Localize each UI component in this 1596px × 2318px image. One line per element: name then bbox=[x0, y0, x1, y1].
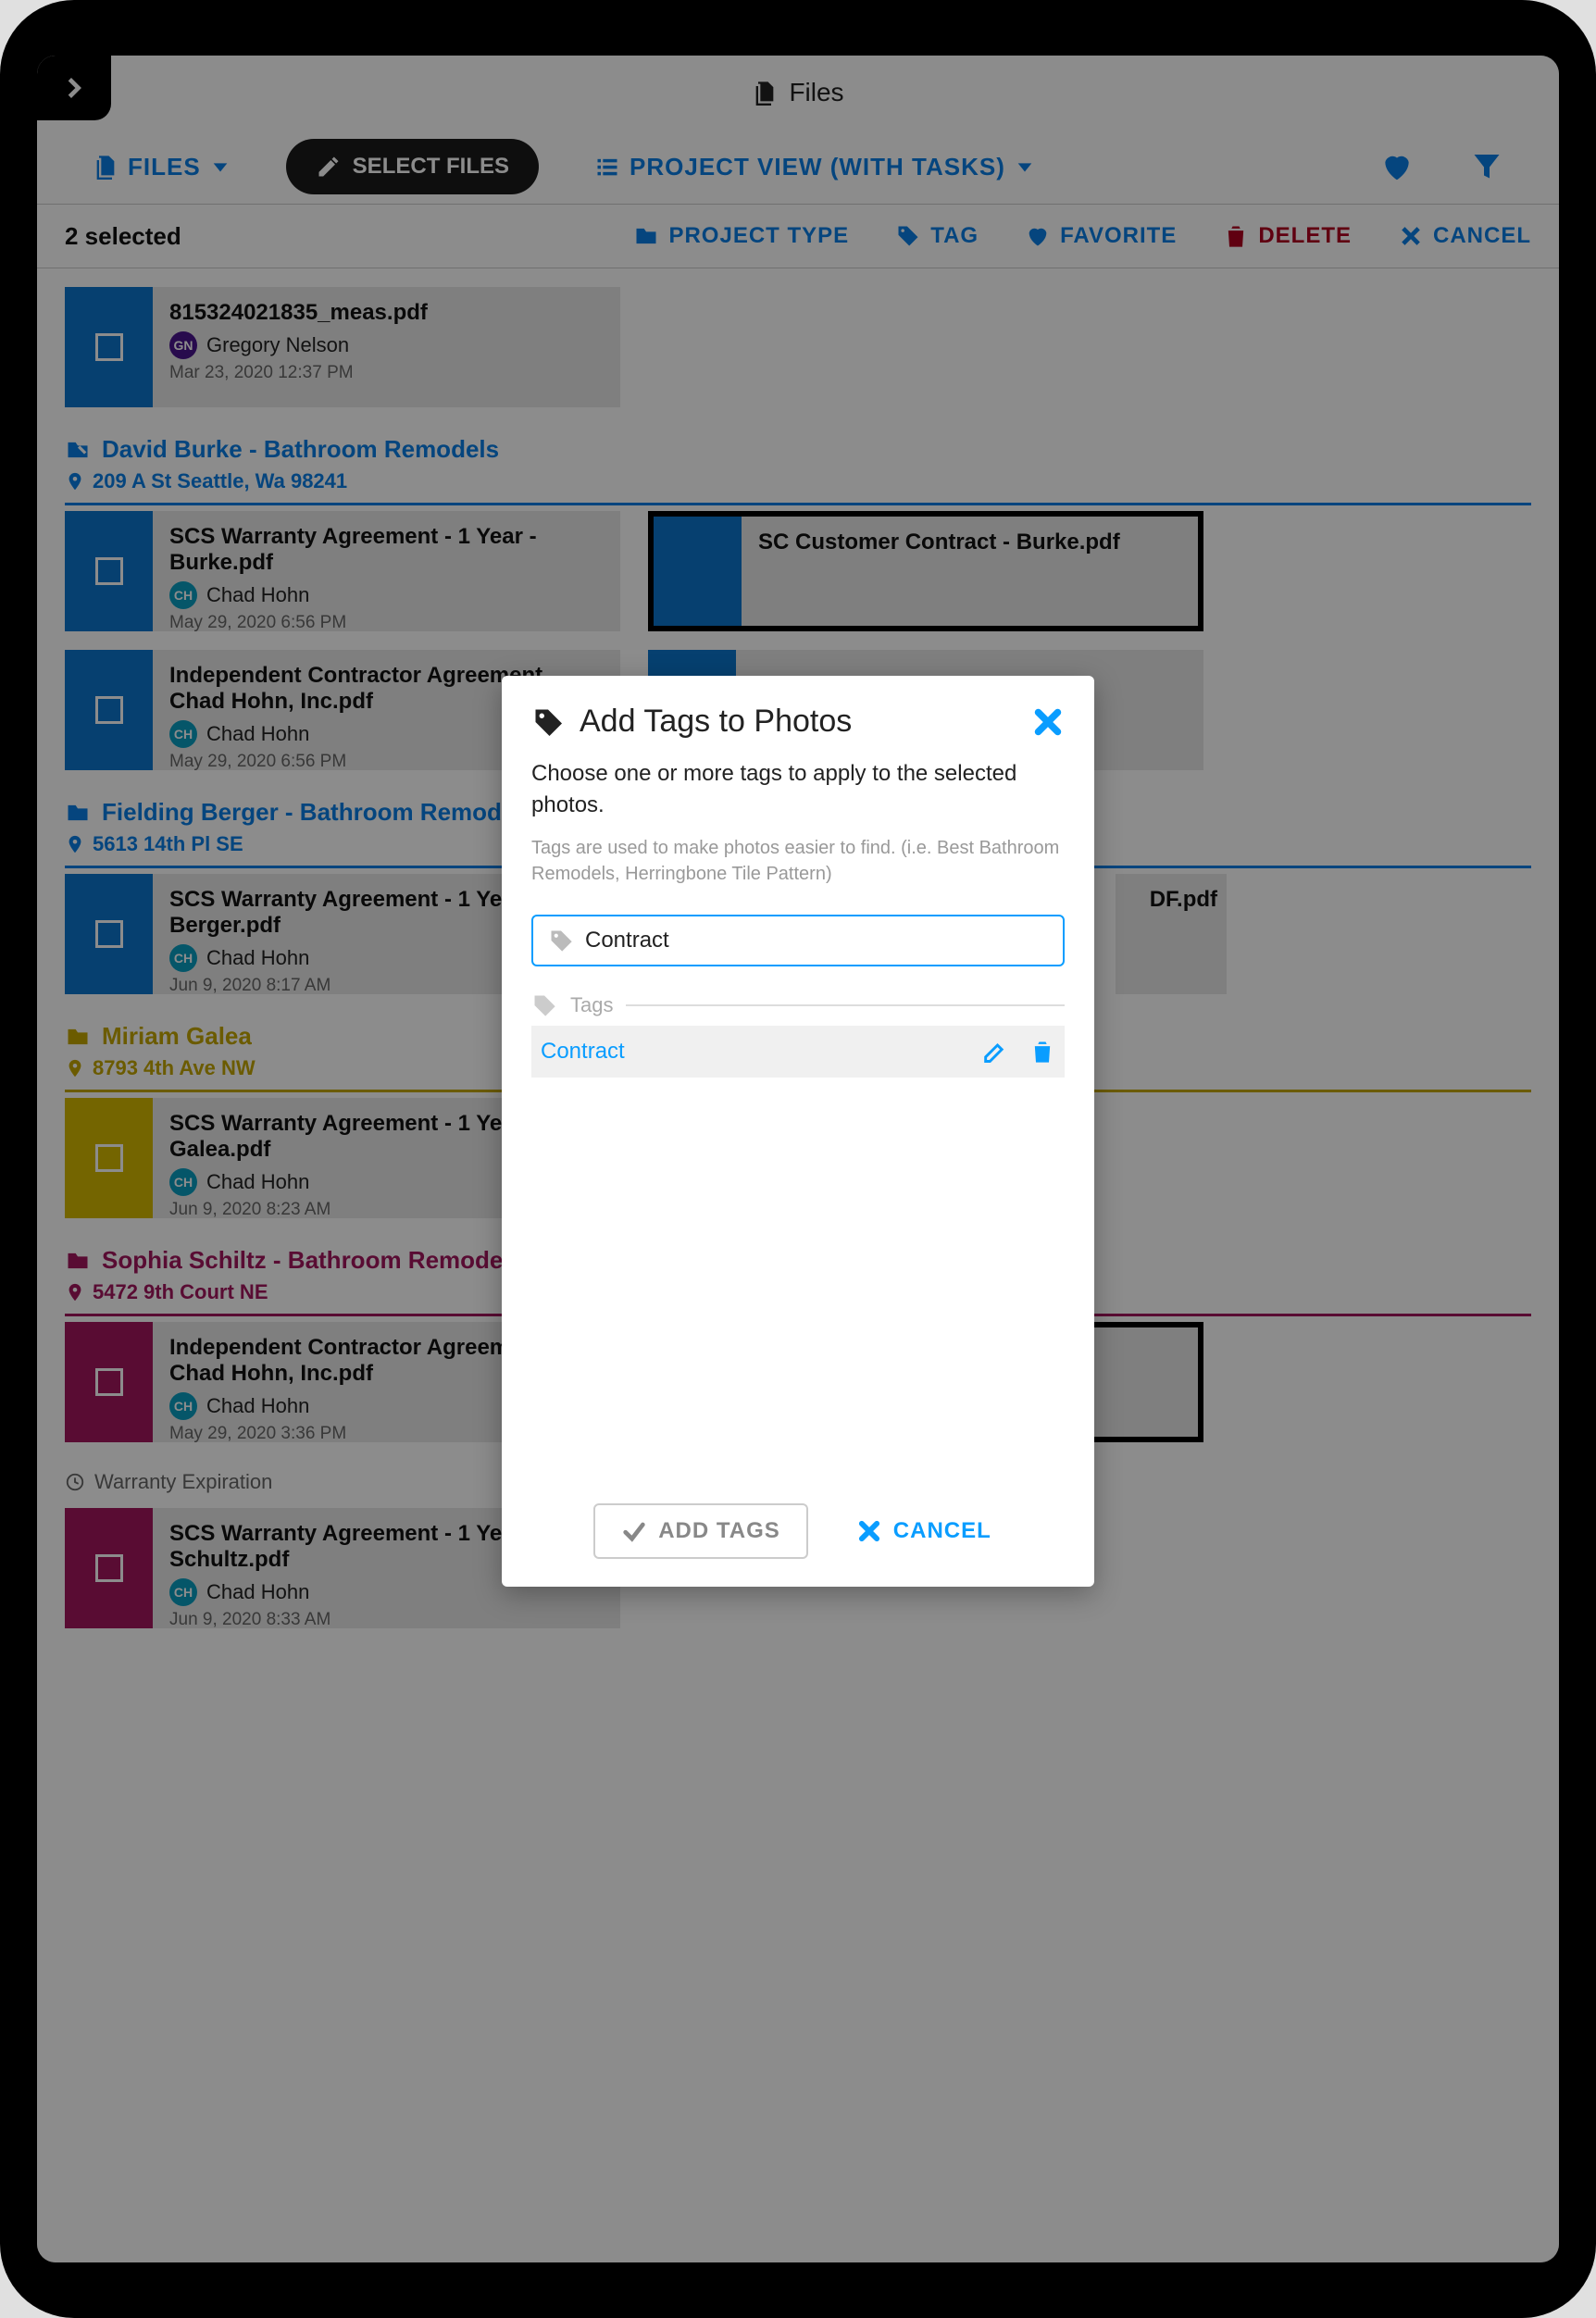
x-icon bbox=[1031, 705, 1065, 739]
tablet-frame: Files FILES SELECT FILES PROJECT VIEW (W… bbox=[0, 0, 1596, 2318]
tag-input-wrap[interactable] bbox=[531, 915, 1065, 966]
x-icon bbox=[856, 1518, 882, 1544]
screen: Files FILES SELECT FILES PROJECT VIEW (W… bbox=[37, 56, 1559, 2262]
modal-body-text: Choose one or more tags to apply to the … bbox=[531, 758, 1065, 820]
check-icon bbox=[621, 1518, 647, 1544]
modal-cancel-button[interactable]: CANCEL bbox=[845, 1503, 1003, 1559]
modal-cancel-label: CANCEL bbox=[893, 1518, 991, 1544]
add-tags-label: ADD TAGS bbox=[658, 1518, 780, 1544]
tag-name: Contract bbox=[541, 1039, 981, 1065]
tag-icon bbox=[548, 928, 574, 953]
edit-icon[interactable] bbox=[981, 1039, 1007, 1065]
tags-divider: Tags bbox=[531, 992, 1065, 1018]
tag-icon bbox=[531, 705, 565, 739]
modal-hint-text: Tags are used to make photos easier to f… bbox=[531, 835, 1065, 887]
trash-icon[interactable] bbox=[1029, 1039, 1055, 1065]
tag-icon bbox=[531, 992, 557, 1018]
modal-close-button[interactable] bbox=[1031, 705, 1065, 739]
add-tags-button[interactable]: ADD TAGS bbox=[593, 1503, 808, 1559]
add-tags-modal: Add Tags to Photos Choose one or more ta… bbox=[502, 676, 1094, 1587]
modal-title: Add Tags to Photos bbox=[580, 704, 1016, 740]
tag-list-item[interactable]: Contract bbox=[531, 1026, 1065, 1078]
tags-label: Tags bbox=[570, 993, 613, 1017]
tag-input[interactable] bbox=[585, 928, 1048, 953]
